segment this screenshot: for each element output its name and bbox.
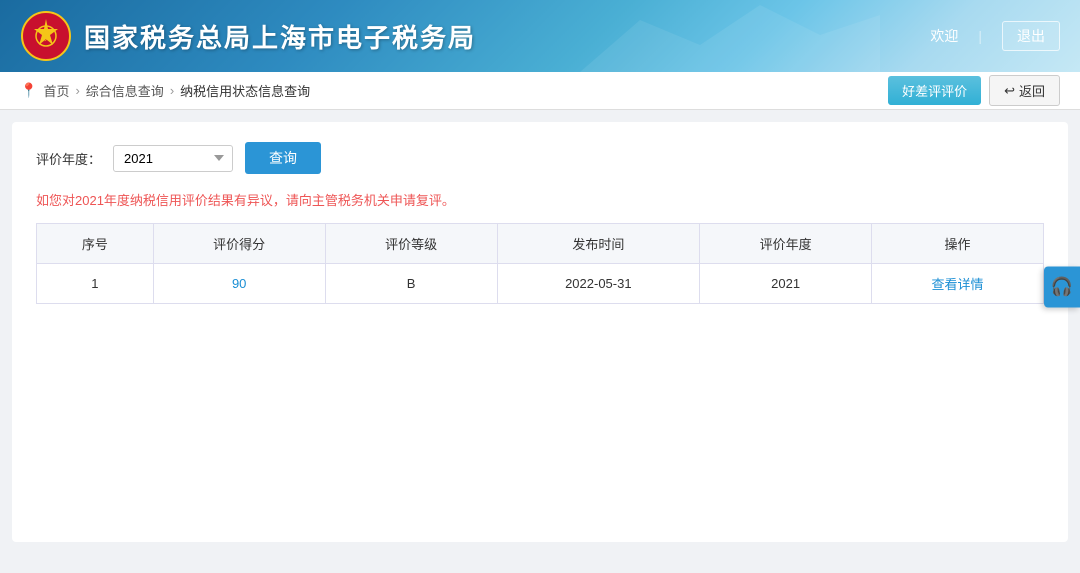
svg-text:税: 税	[42, 32, 50, 42]
notice-text: 如您对2021年度纳税信用评价结果有异议，请向主管税务机关申请复评。	[36, 190, 1044, 209]
location-icon: 📍	[20, 82, 37, 99]
cell-year: 2021	[700, 264, 872, 304]
header-title: 国家税务总局上海市电子税务局	[84, 18, 476, 55]
header-logo-area: 税 国家税务总局上海市电子税务局	[20, 10, 476, 62]
col-action: 操作	[872, 224, 1044, 264]
col-index: 序号	[37, 224, 154, 264]
header-right: 欢迎 | 退出	[930, 21, 1060, 51]
col-year: 评价年度	[700, 224, 872, 264]
header-emblem: 税	[20, 10, 72, 62]
cell-score[interactable]: 90	[153, 264, 325, 304]
cell-action[interactable]: 查看详情	[872, 264, 1044, 304]
year-select[interactable]: 2021 2020 2019 2018	[113, 145, 233, 172]
breadcrumb-level1[interactable]: 综合信息查询	[86, 81, 164, 100]
table-header-row: 序号 评价得分 评价等级 发布时间 评价年度 操作	[37, 224, 1044, 264]
back-icon: ↩	[1004, 83, 1015, 99]
table-header: 序号 评价得分 评价等级 发布时间 评价年度 操作	[37, 224, 1044, 264]
breadcrumb: 📍 首页 › 综合信息查询 › 纳税信用状态信息查询	[20, 81, 310, 100]
logout-button[interactable]: 退出	[1002, 21, 1060, 51]
cell-date: 2022-05-31	[497, 264, 700, 304]
table-row: 1 90 B 2022-05-31 2021 查看详情	[37, 264, 1044, 304]
rating-button[interactable]: 好差评评价	[888, 76, 981, 105]
back-button[interactable]: ↩ 返回	[989, 75, 1060, 106]
filter-row: 评价年度： 2021 2020 2019 2018 查询	[36, 142, 1044, 174]
breadcrumb-home[interactable]: 首页	[43, 81, 69, 100]
breadcrumb-level2: 纳税信用状态信息查询	[180, 81, 310, 100]
breadcrumb-sep-1: ›	[75, 83, 79, 98]
side-help-button[interactable]: 🎧	[1044, 266, 1080, 307]
year-label: 评价年度：	[36, 149, 101, 168]
back-label: 返回	[1019, 81, 1045, 100]
col-grade: 评价等级	[325, 224, 497, 264]
cell-index: 1	[37, 264, 154, 304]
data-table: 序号 评价得分 评价等级 发布时间 评价年度 操作 1 90 B 2022-05…	[36, 223, 1044, 304]
cell-grade: B	[325, 264, 497, 304]
header-welcome: 欢迎	[930, 26, 958, 46]
help-icon: 🎧	[1051, 276, 1073, 297]
col-date: 发布时间	[497, 224, 700, 264]
breadcrumb-sep-2: ›	[170, 83, 174, 98]
header: 税 国家税务总局上海市电子税务局 欢迎 | 退出	[0, 0, 1080, 72]
table-body: 1 90 B 2022-05-31 2021 查看详情	[37, 264, 1044, 304]
col-score: 评价得分	[153, 224, 325, 264]
navbar: 📍 首页 › 综合信息查询 › 纳税信用状态信息查询 好差评评价 ↩ 返回	[0, 72, 1080, 110]
main-content: 评价年度： 2021 2020 2019 2018 查询 如您对2021年度纳税…	[12, 122, 1068, 542]
query-button[interactable]: 查询	[245, 142, 321, 174]
navbar-actions: 好差评评价 ↩ 返回	[888, 75, 1060, 106]
